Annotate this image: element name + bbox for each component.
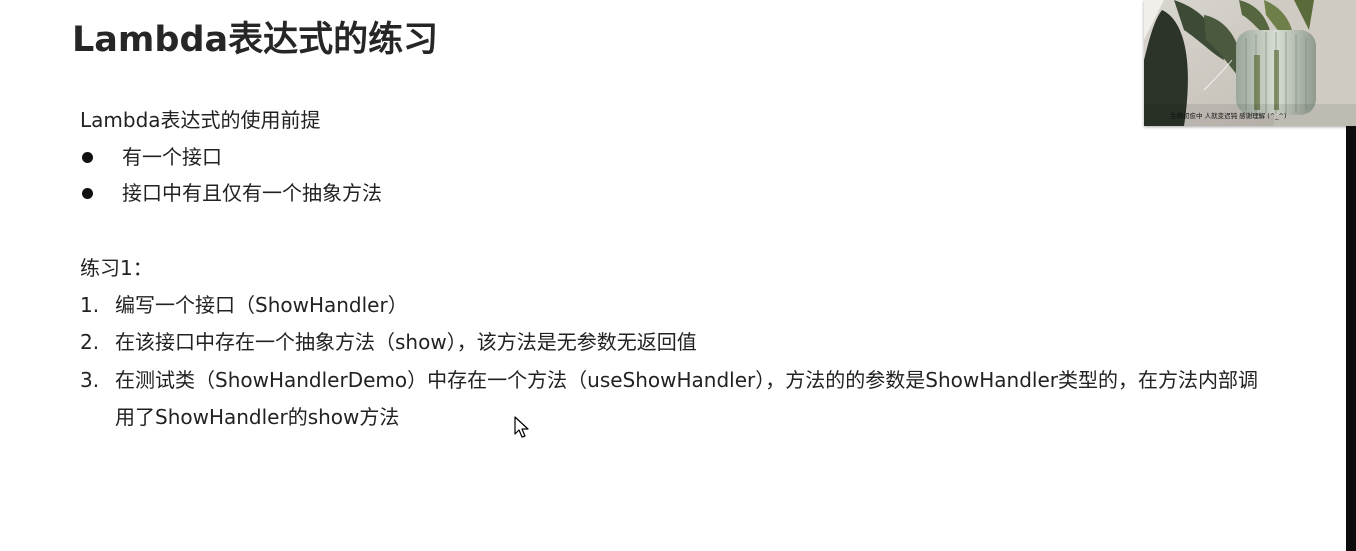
premise-heading: Lambda表达式的使用前提	[80, 108, 321, 132]
exercise-heading: 练习1：	[80, 256, 153, 280]
premise-item-text: 有一个接口	[122, 145, 222, 169]
exercise-item-text: 在测试类（ShowHandlerDemo）中存在一个方法（useShowHand…	[115, 368, 1258, 392]
exercise-item-text: 在该接口中存在一个抽象方法（show），该方法是无参数无返回值	[115, 330, 697, 354]
webcam-caption: 生病初愈中 人就变迟钝 感谢理解 (^_^)	[1170, 111, 1286, 120]
exercise-item-number: 3.	[80, 368, 100, 392]
slide-title: Lambda表达式的练习	[72, 20, 439, 60]
mouse-cursor-icon	[514, 416, 530, 444]
exercise-item-continuation: 用了ShowHandler的show方法	[115, 405, 400, 429]
bullet-icon	[82, 152, 93, 163]
webcam-overlay[interactable]: 生病初愈中 人就变迟钝 感谢理解 (^_^)	[1144, 0, 1356, 126]
premise-item-text: 接口中有且仅有一个抽象方法	[122, 181, 382, 205]
right-edge-bar	[1346, 126, 1356, 551]
exercise-item-number: 2.	[80, 330, 100, 354]
exercise-item-text: 编写一个接口（ShowHandler）	[115, 293, 408, 317]
exercise-item-number: 1.	[80, 293, 100, 317]
webcam-video-image: 生病初愈中 人就变迟钝 感谢理解 (^_^)	[1144, 0, 1356, 126]
bullet-icon	[82, 188, 93, 199]
